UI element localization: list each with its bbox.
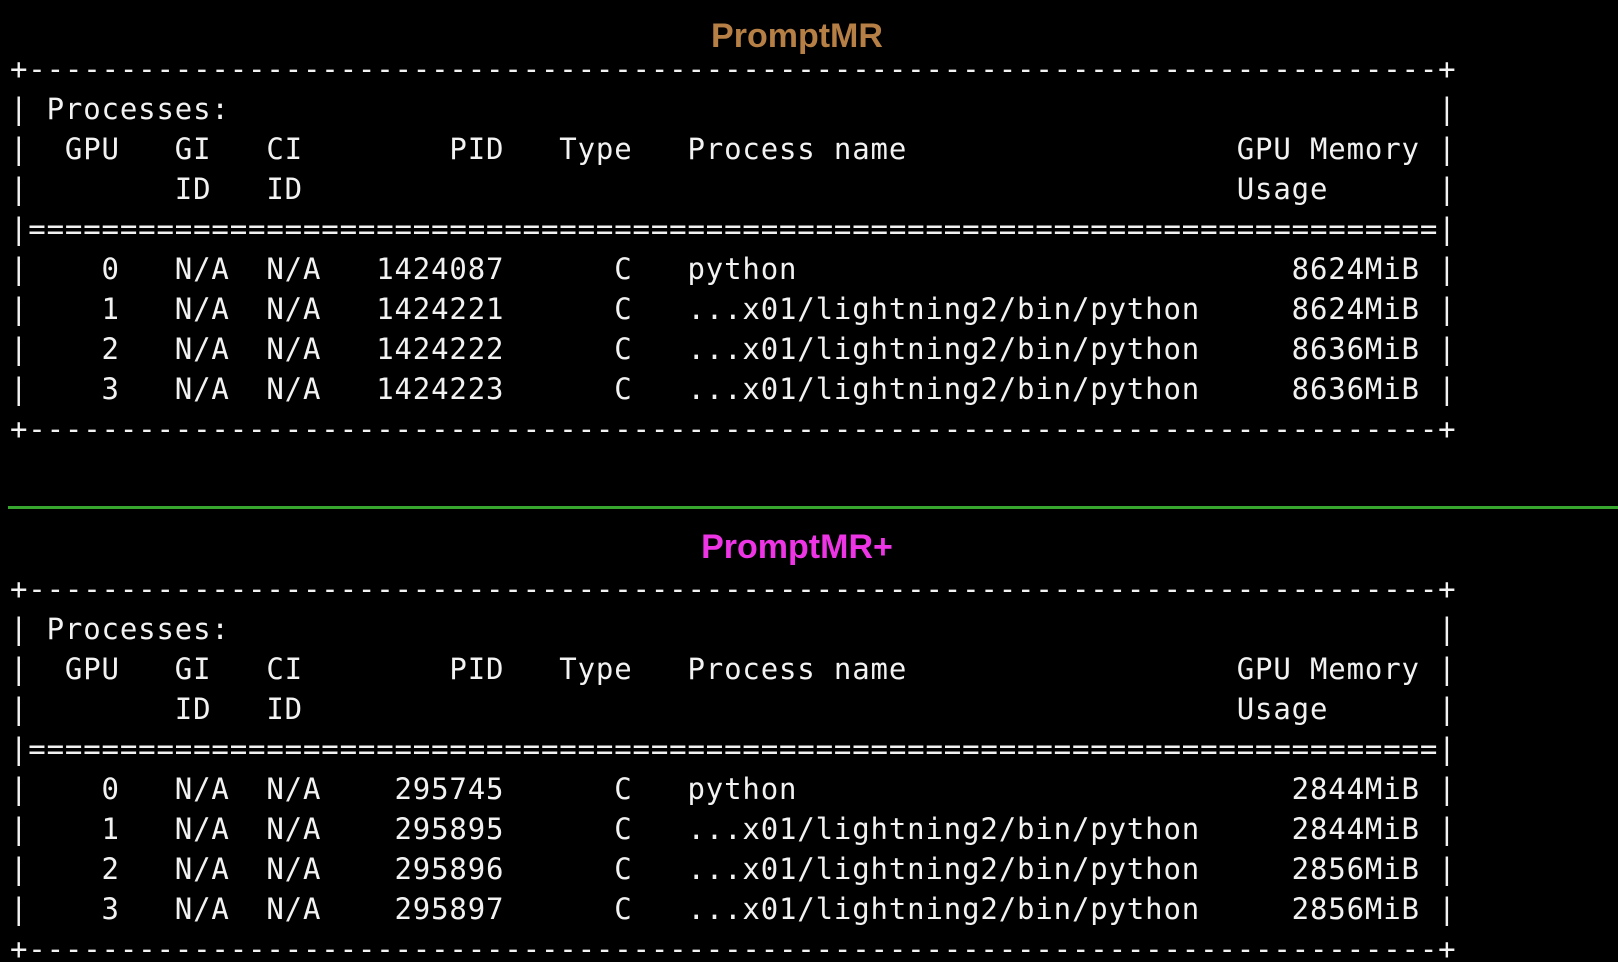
table-header-separator: |=======================================… [10,212,1457,246]
nvidia-smi-processes-table-promptmr-plus: +---------------------------------------… [10,569,1456,962]
nvidia-smi-processes-table-promptmr: +---------------------------------------… [10,49,1456,449]
table-border-bottom: +---------------------------------------… [10,932,1457,962]
section-title-promptmr-plus: PromptMR+ [701,528,893,566]
table-row: | 0 N/A N/A 295745 C python 2844MiB | [10,772,1457,806]
table-header-row: | GPU GI CI PID Type Process name GPU Me… [10,132,1457,166]
table-row: | 3 N/A N/A 295897 C ...x01/lightning2/b… [10,892,1457,926]
table-heading-processes: | Processes: | [10,612,1457,646]
screenshot-canvas: PromptMR +------------------------------… [0,0,1618,962]
table-row: | 2 N/A N/A 1424222 C ...x01/lightning2/… [10,332,1457,366]
table-row: | 0 N/A N/A 1424087 C python 8624MiB | [10,252,1457,286]
table-header-separator: |=======================================… [10,732,1457,766]
table-border-top: +---------------------------------------… [10,52,1457,86]
table-header-row-2: | ID ID Usage | [10,692,1457,726]
table-heading-processes: | Processes: | [10,92,1457,126]
table-row: | 1 N/A N/A 295895 C ...x01/lightning2/b… [10,812,1457,846]
table-header-row: | GPU GI CI PID Type Process name GPU Me… [10,652,1457,686]
table-row: | 2 N/A N/A 295896 C ...x01/lightning2/b… [10,852,1457,886]
table-border-bottom: +---------------------------------------… [10,412,1457,446]
table-border-top: +---------------------------------------… [10,572,1457,606]
section-divider [8,506,1618,509]
table-row: | 3 N/A N/A 1424223 C ...x01/lightning2/… [10,372,1457,406]
table-header-row-2: | ID ID Usage | [10,172,1457,206]
table-row: | 1 N/A N/A 1424221 C ...x01/lightning2/… [10,292,1457,326]
